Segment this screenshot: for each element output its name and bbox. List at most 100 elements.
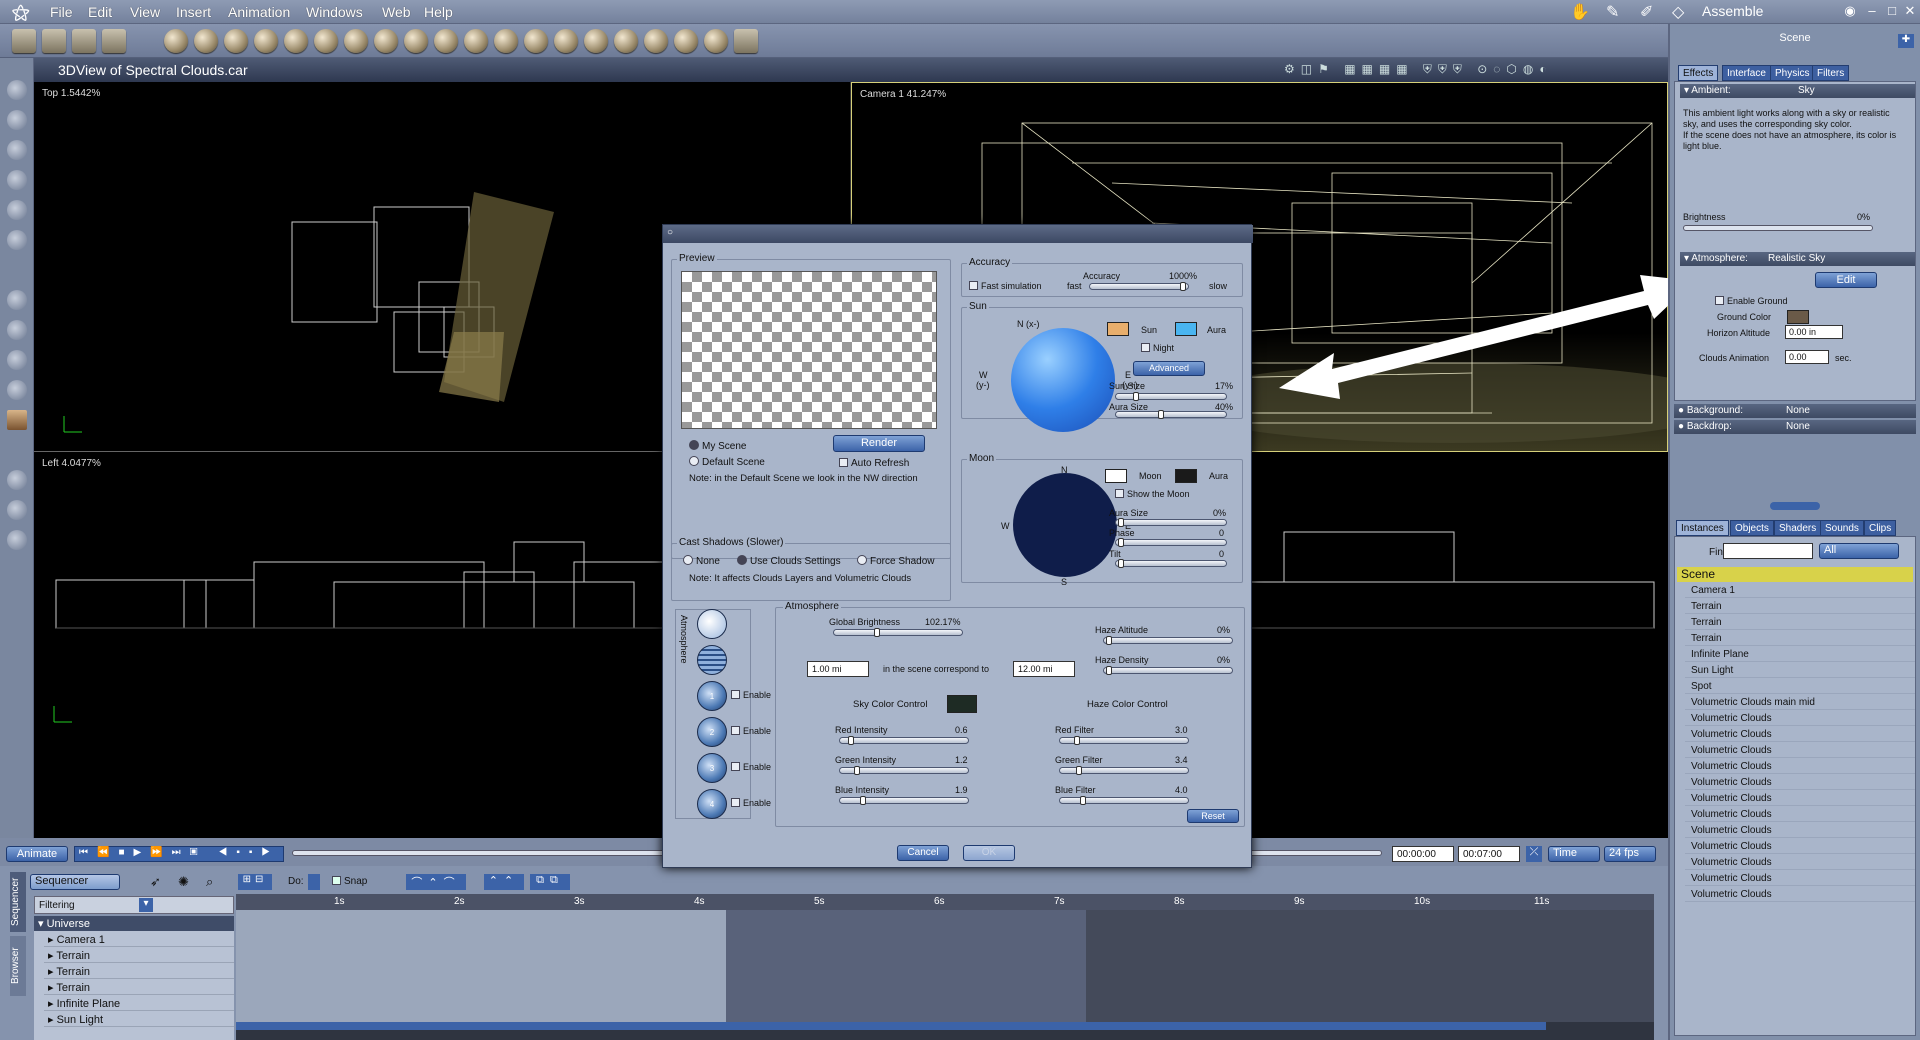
scale-icon[interactable] [7,170,27,190]
show-moon-checkbox[interactable]: Show the Moon [1115,489,1190,499]
instance-item[interactable]: Terrain [1685,599,1915,614]
tilt-slider-thumb[interactable] [1118,559,1124,568]
tree-item[interactable]: ▸ Terrain [44,980,234,995]
key-icons[interactable]: ⌃⌃ [484,874,524,890]
cloud-layer-1-enable[interactable]: Enable [731,690,771,700]
rock-icon[interactable] [464,29,488,53]
rotate-icon[interactable] [7,140,27,160]
scene-header[interactable]: Scene [1677,567,1913,582]
menu-web[interactable]: Web [382,4,411,20]
instance-item[interactable]: Spot [1685,679,1915,694]
find-filter-select[interactable]: All [1819,543,1899,559]
tab-instances[interactable]: Instances [1676,520,1729,536]
tab-sequencer[interactable]: Sequencer [10,872,26,932]
my-scene-radio[interactable]: My Scene [689,440,746,452]
real-distance-field[interactable]: 12.00 mi [1013,661,1075,677]
moon-aura-size-slider-thumb[interactable] [1118,518,1124,527]
accuracy-slider-thumb[interactable] [1180,282,1186,291]
atmosphere-value[interactable]: Realistic Sky [1768,253,1825,264]
layout-icon[interactable]: ◇ [1672,2,1684,22]
instance-item[interactable]: Volumetric Clouds main mid [1685,695,1915,710]
moon-position-globe[interactable] [1013,473,1117,577]
instance-item[interactable]: Volumetric Clouds [1685,823,1915,838]
moon-color-swatch[interactable] [1105,469,1127,483]
align-icon[interactable] [7,290,27,310]
pin-icon[interactable]: ✚ [1898,34,1914,48]
cloud-layer-3-check-icon[interactable] [731,762,740,771]
tab-interface[interactable]: Interface [1722,65,1771,81]
blue-filter-slider-thumb[interactable] [1080,796,1086,805]
instance-item[interactable]: Infinite Plane [1685,647,1915,662]
cloud-layer-3-enable[interactable]: Enable [731,762,771,772]
select-arrow-icon[interactable] [7,80,27,100]
atmosphere-section[interactable]: ▾ Atmosphere: Realistic Sky [1680,252,1915,266]
tab-filters[interactable]: Filters [1812,65,1850,81]
sun-position-globe[interactable] [1011,328,1115,432]
green-filter-slider[interactable] [1059,766,1189,775]
fast-simulation-checkbox[interactable]: Fast simulation [969,281,1042,291]
fit-icons[interactable]: ⊞⊟ [238,874,272,890]
global-brightness-slider[interactable] [833,628,963,637]
instance-item[interactable]: Volumetric Clouds [1685,775,1915,790]
instance-item[interactable]: Volumetric Clouds [1685,759,1915,774]
instance-item[interactable]: Terrain [1685,631,1915,646]
end-time-field[interactable]: 00:07:00 [1458,846,1520,862]
time-mode-select[interactable]: Time [1548,846,1600,862]
sun-color-swatch[interactable] [1107,322,1129,336]
show-moon-check-icon[interactable] [1115,489,1124,498]
menu-help[interactable]: Help [424,4,453,20]
tree-root[interactable]: ▾ Universe [34,916,234,931]
sun-size-slider[interactable] [1115,392,1227,401]
scene-distance-field[interactable]: 1.00 mi [807,661,869,677]
snap-checkbox[interactable]: Snap [332,876,367,887]
do-select[interactable] [308,874,320,890]
cloud-layer-4-check-icon[interactable] [731,798,740,807]
find-input[interactable] [1723,543,1813,559]
pivot-icon[interactable] [7,320,27,340]
instance-item[interactable]: Camera 1 [1685,583,1915,598]
moon-aura-size-slider[interactable] [1115,518,1227,527]
link-icons[interactable]: ⧉⧉ [530,874,570,890]
ok-button[interactable]: OK [963,845,1015,861]
cloud-layer-1-check-icon[interactable] [731,690,740,699]
tilt-slider[interactable] [1115,559,1227,568]
my-scene-radio-icon[interactable] [689,440,699,450]
auto-refresh-checkbox[interactable]: Auto Refresh [839,458,909,469]
moon-aura-color-swatch[interactable] [1175,469,1197,483]
aura-color-swatch[interactable] [1175,322,1197,336]
night-checkbox[interactable]: Night [1141,343,1174,353]
instance-item[interactable]: Volumetric Clouds [1685,871,1915,886]
default-scene-radio[interactable]: Default Scene [689,456,765,468]
sphere-icon[interactable] [164,29,188,53]
cloud-icon[interactable] [344,29,368,53]
enable-ground-check-icon[interactable] [1715,296,1724,305]
splitter-handle[interactable] [1770,502,1820,510]
menu-animation[interactable]: Animation [228,4,290,20]
atmosphere-edit-button[interactable]: Edit [1815,272,1877,288]
pencil-icon[interactable]: ✎ [1606,2,1619,22]
move-icon[interactable] [7,110,27,130]
loop-icon[interactable]: ⤫ [1526,846,1542,862]
wand-tool-icon[interactable] [12,29,36,53]
red-intensity-slider-thumb[interactable] [848,736,854,745]
cloud-layer-4-enable[interactable]: Enable [731,798,771,808]
tab-physics[interactable]: Physics [1770,65,1815,81]
ground-icon[interactable] [434,29,458,53]
blue-intensity-slider[interactable] [839,796,969,805]
globe-icon[interactable] [224,29,248,53]
pan-icon[interactable] [7,500,27,520]
ambient-value[interactable]: Sky [1798,85,1815,96]
haze-altitude-slider[interactable] [1103,636,1233,645]
plant-icon[interactable] [404,29,428,53]
sun-icon[interactable]: ✺ [178,874,189,890]
instance-item[interactable]: Volumetric Clouds [1685,727,1915,742]
hand-icon[interactable]: ✋ [1570,2,1590,22]
instance-item[interactable]: Volumetric Clouds [1685,807,1915,822]
menu-view[interactable]: View [130,4,160,20]
backdrop-section[interactable]: ● Backdrop: None [1674,420,1916,434]
haze-altitude-slider-thumb[interactable] [1106,636,1112,645]
chevron-down-icon[interactable]: ▾ [139,898,153,912]
dialog-titlebar[interactable]: ○ [663,225,1253,243]
dialog-close-icon[interactable]: ○ [667,227,673,238]
sky-color-swatch[interactable] [947,695,977,713]
